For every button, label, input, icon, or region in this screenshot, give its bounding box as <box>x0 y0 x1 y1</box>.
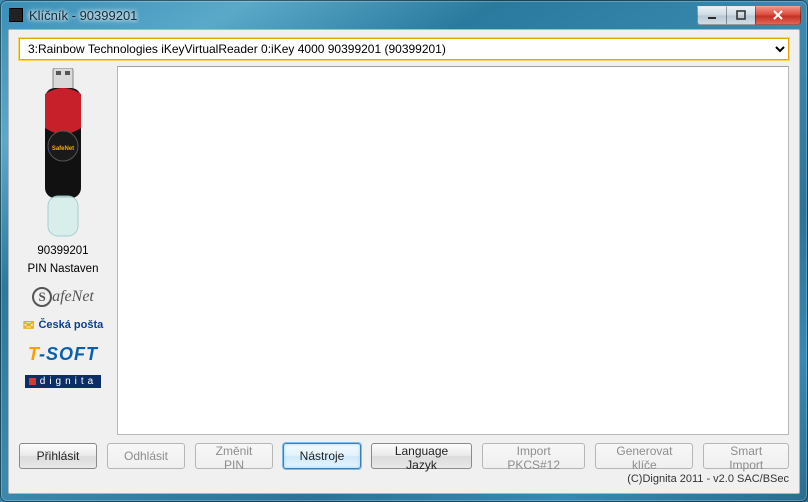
status-bar: (C)Dignita 2011 - v2.0 SAC/BSec <box>19 473 789 485</box>
generate-keys-button[interactable]: Generovat klíče <box>595 443 693 469</box>
close-icon <box>772 10 784 20</box>
content-pane <box>117 66 789 435</box>
import-pkcs12-button[interactable]: Import PKCS#12 <box>482 443 585 469</box>
logout-button[interactable]: Odhlásit <box>107 443 185 469</box>
button-row: Přihlásit Odhlásit Změnit PIN Nástroje L… <box>19 443 789 469</box>
client-area: 3:Rainbow Technologies iKeyVirtualReader… <box>8 29 800 494</box>
usb-token-icon: SafeNet <box>35 68 91 240</box>
maximize-icon <box>736 10 746 20</box>
logo-tsoft: T-SOFT <box>22 344 104 365</box>
close-button[interactable] <box>755 6 801 25</box>
maximize-button[interactable] <box>726 6 756 25</box>
device-pin-status: PIN Nastaven <box>28 262 99 276</box>
window-title: Klíčník - 90399201 <box>29 8 137 23</box>
reader-row: 3:Rainbow Technologies iKeyVirtualReader… <box>19 38 789 60</box>
login-button[interactable]: Přihlásit <box>19 443 97 469</box>
minimize-icon <box>707 10 717 20</box>
tools-button[interactable]: Nástroje <box>283 443 361 469</box>
window-controls <box>698 6 801 25</box>
minimize-button[interactable] <box>697 6 727 25</box>
app-icon <box>9 8 23 22</box>
logo-safenet: SafeNet <box>22 287 104 307</box>
sidebar: SafeNet 90399201 PIN Nastaven SafeNet ✉Č… <box>19 66 107 435</box>
middle-area: SafeNet 90399201 PIN Nastaven SafeNet ✉Č… <box>19 66 789 435</box>
change-pin-button[interactable]: Změnit PIN <box>195 443 273 469</box>
titlebar[interactable]: Klíčník - 90399201 <box>1 1 807 29</box>
smart-import-button[interactable]: Smart Import <box>703 443 789 469</box>
svg-text:SafeNet: SafeNet <box>52 146 74 152</box>
logo-dignita: dignita <box>22 375 104 388</box>
logo-ceska-posta: ✉Česká pošta <box>22 317 104 334</box>
language-button[interactable]: Language Jazyk <box>371 443 472 469</box>
app-window: Klíčník - 90399201 3:Rainbow Technologie… <box>0 0 808 502</box>
reader-select[interactable]: 3:Rainbow Technologies iKeyVirtualReader… <box>19 38 789 60</box>
device-serial: 90399201 <box>37 244 88 258</box>
